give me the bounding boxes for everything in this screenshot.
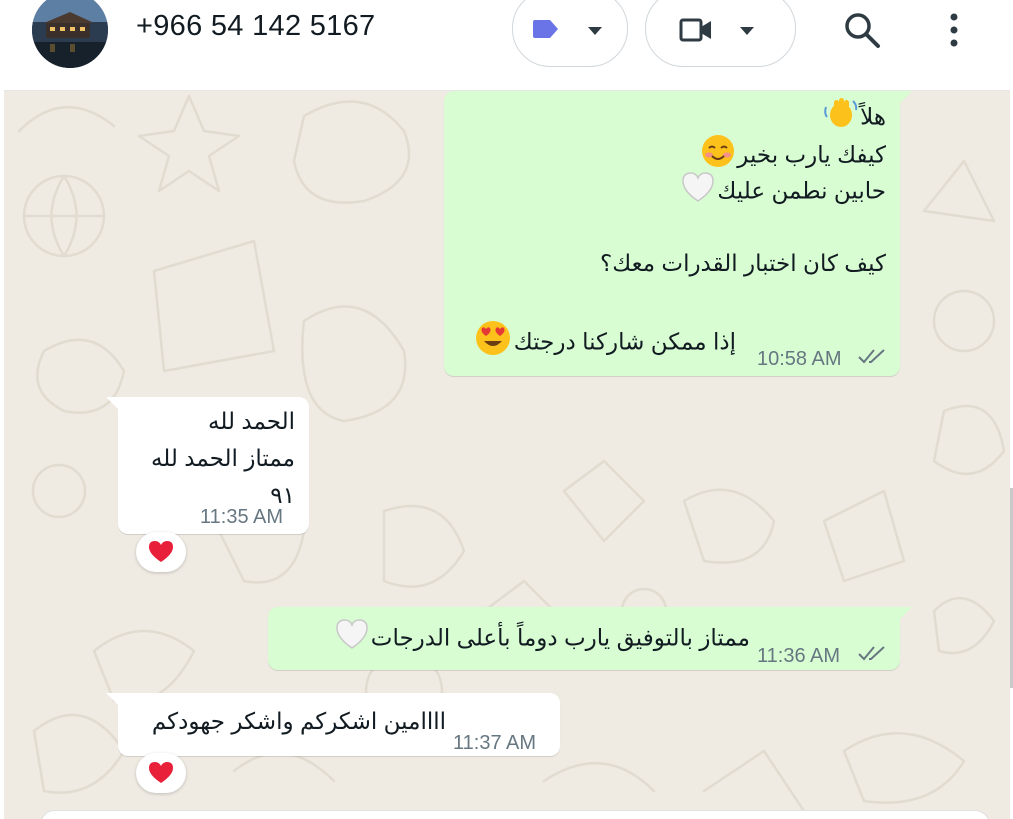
white-heart-emoji — [335, 618, 369, 661]
message-line: الحمد لله — [208, 408, 295, 434]
message-timestamp: 11:35 AM — [200, 506, 284, 528]
chat-header: +966 54 142 5167 — [0, 0, 1013, 91]
message-reaction[interactable] — [136, 753, 186, 793]
message-line: كيف كان اختبار القدرات معك؟ — [600, 250, 886, 276]
message-bubble-outgoing[interactable]: ممتاز بالتوفيق يارب دوماً بأعلى الدرجات … — [268, 607, 900, 670]
video-camera-icon — [679, 18, 711, 42]
message-line: اااامين اشكركم واشكر جهودكم — [151, 708, 446, 734]
bubble-tail — [900, 91, 912, 103]
red-heart-icon — [149, 541, 173, 562]
message-composer[interactable] — [40, 810, 990, 819]
contact-name[interactable]: +966 54 142 5167 — [136, 10, 375, 43]
double-check-icon — [858, 646, 885, 661]
bubble-tail — [106, 397, 118, 409]
double-check-icon — [858, 349, 885, 364]
message-line: حابين نطمن عليك — [456, 171, 886, 208]
bubble-tail — [106, 693, 118, 705]
white-heart-emoji — [681, 171, 715, 214]
red-heart-icon — [149, 762, 173, 783]
message-bubble-outgoing[interactable]: هلاً كيفك يارب بخير حابين نطمن عليك كيف … — [444, 91, 900, 376]
search-icon[interactable] — [842, 10, 882, 50]
chevron-down-icon — [740, 27, 754, 35]
contact-avatar[interactable] — [32, 0, 108, 68]
message-line — [456, 208, 886, 245]
message-line: ممتاز بالتوفيق يارب دوماً بأعلى الدرجات — [333, 618, 750, 655]
more-vertical-icon[interactable] — [938, 10, 970, 50]
message-timestamp: 11:37 AM — [453, 732, 537, 754]
message-line: كيفك يارب بخير — [456, 134, 886, 171]
bubble-tail — [900, 607, 912, 619]
chevron-down-icon — [588, 27, 602, 35]
heart-eyes-emoji — [474, 319, 512, 368]
label-tag-icon — [533, 20, 558, 38]
window-edge — [0, 0, 4, 819]
video-call-button[interactable] — [645, 0, 796, 67]
message-timestamp: 11:36 AM — [757, 645, 841, 667]
message-line: ممتاز الحمد لله — [150, 445, 295, 471]
message-bubble-incoming[interactable]: اااامين اشكركم واشكر جهودكم 11:37 AM — [118, 693, 560, 756]
labels-dropdown-button[interactable] — [512, 0, 628, 67]
message-line — [456, 282, 886, 319]
message-line: هلاً — [456, 97, 886, 134]
message-bubble-incoming[interactable]: الحمد لله ممتاز الحمد لله ٩١ 11:35 AM — [118, 397, 309, 534]
message-timestamp: 10:58 AM — [757, 348, 842, 370]
contact-photo — [32, 0, 108, 68]
message-list[interactable]: هلاً كيفك يارب بخير حابين نطمن عليك كيف … — [4, 91, 1010, 819]
message-reaction[interactable] — [136, 532, 186, 572]
